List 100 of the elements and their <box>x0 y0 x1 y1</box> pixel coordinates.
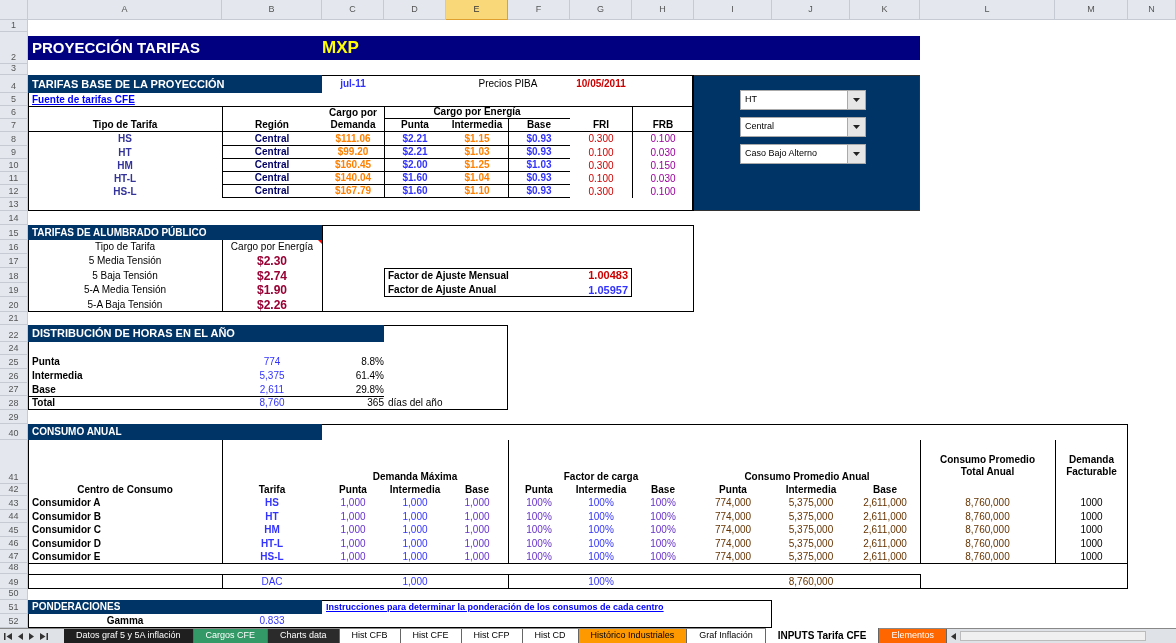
table-header: Base <box>650 484 676 496</box>
row-header[interactable]: 25 <box>0 355 28 369</box>
row-header[interactable]: 44 <box>0 510 28 523</box>
sheet-tab[interactable]: Histórico Industriales <box>578 629 688 643</box>
table-cell: Central <box>222 146 322 159</box>
column-header[interactable]: G <box>570 0 632 20</box>
row-header[interactable]: 29 <box>0 410 28 424</box>
first-sheet-arrow-icon[interactable] <box>4 632 12 640</box>
table-cell-text: 100% <box>525 510 553 523</box>
table-cell-text: DAC <box>260 574 284 589</box>
table-cell-text: 1,000 <box>401 510 429 523</box>
table-cell-text: 100% <box>525 537 553 550</box>
table-cell-text: $2.26 <box>256 297 288 312</box>
sheet-tab[interactable]: Hist CFB <box>339 629 401 643</box>
sheet-tab[interactable]: Cargos CFE <box>193 629 269 643</box>
dropdown[interactable]: Caso Bajo Alterno <box>740 144 866 164</box>
table-header: Punta <box>384 119 446 132</box>
horizontal-scrollbar[interactable] <box>959 631 1146 641</box>
row-header[interactable]: 42 <box>0 484 28 496</box>
table-cell-text: 100% <box>649 496 677 510</box>
row-header[interactable]: 9 <box>0 146 28 159</box>
row-header[interactable]: 11 <box>0 172 28 185</box>
row-header[interactable]: 47 <box>0 550 28 563</box>
last-sheet-arrow-icon[interactable] <box>40 632 48 640</box>
row-header[interactable]: 8 <box>0 132 28 146</box>
dropdown[interactable]: Central <box>740 117 866 137</box>
column-header[interactable]: L <box>920 0 1055 20</box>
row-header[interactable]: 43 <box>0 496 28 510</box>
column-header[interactable]: B <box>222 0 322 20</box>
sheet-tab[interactable]: Charts data <box>268 629 340 643</box>
row-header[interactable]: 51 <box>0 600 28 614</box>
table-cell-text: 8,760,000 <box>964 537 1011 550</box>
column-header[interactable]: D <box>384 0 446 20</box>
row-header[interactable]: 22 <box>0 325 28 342</box>
row-header[interactable]: 7 <box>0 119 28 132</box>
row-header[interactable]: 28 <box>0 396 28 410</box>
table-header: Cargo por Energía <box>230 242 314 252</box>
sheet-tab[interactable]: Hist CFE <box>400 629 462 643</box>
field-value: 1.00483 <box>588 270 628 281</box>
cell-text: 10/05/2011 <box>575 77 627 91</box>
row-header[interactable]: 3 <box>0 64 28 75</box>
row-header[interactable]: 50 <box>0 589 28 600</box>
dropdown-arrow-button[interactable] <box>847 91 865 109</box>
column-header[interactable]: H <box>632 0 694 20</box>
row-header[interactable]: 5 <box>0 93 28 106</box>
table-cell: $0.93 <box>508 132 570 146</box>
dropdown-arrow-button[interactable] <box>847 118 865 136</box>
row-header[interactable]: 14 <box>0 211 28 225</box>
column-header[interactable]: I <box>694 0 772 20</box>
column-header[interactable]: M <box>1055 0 1128 20</box>
row-header[interactable]: 27 <box>0 383 28 396</box>
row-header[interactable]: 41 <box>0 440 28 484</box>
row-header[interactable]: 21 <box>0 312 28 325</box>
dropdown-arrow-button[interactable] <box>847 145 865 163</box>
hyperlink[interactable]: Fuente de tarifas CFE <box>28 93 322 106</box>
sheet-tab[interactable]: INPUTS Tarifa CFE <box>765 628 880 643</box>
row-header[interactable]: 26 <box>0 369 28 383</box>
column-header[interactable]: J <box>772 0 850 20</box>
table-cell-text: 0.300 <box>587 159 615 172</box>
row-header[interactable]: 17 <box>0 254 28 268</box>
hyperlink[interactable]: Instrucciones para determinar la ponderación de los consumos de cada centro <box>322 600 772 614</box>
sheet-tab[interactable]: Graf Inflación <box>687 629 766 643</box>
row-header[interactable]: 13 <box>0 198 28 211</box>
row-header[interactable]: 18 <box>0 268 28 283</box>
row-header[interactable]: 16 <box>0 240 28 254</box>
row-header[interactable]: 45 <box>0 523 28 537</box>
row-header[interactable]: 12 <box>0 185 28 198</box>
row-header[interactable]: 19 <box>0 283 28 297</box>
row-header[interactable]: 40 <box>0 424 28 440</box>
column-header[interactable]: E <box>446 0 508 20</box>
row-header[interactable]: 10 <box>0 159 28 172</box>
column-header[interactable]: A <box>28 0 222 20</box>
previous-sheet-arrow-icon[interactable] <box>18 632 23 640</box>
next-sheet-arrow-icon[interactable] <box>29 632 34 640</box>
sheet-tab[interactable]: Hist CD <box>522 629 579 643</box>
table-cell-text: 0.300 <box>587 185 615 198</box>
row-header[interactable]: 46 <box>0 537 28 550</box>
row-header[interactable]: 20 <box>0 297 28 312</box>
column-header[interactable]: K <box>850 0 920 20</box>
table-cell: $2.21 <box>384 146 446 159</box>
row-header[interactable]: 1 <box>0 20 28 32</box>
sheet-tab[interactable]: Datos graf 5 y 5A inflación <box>64 629 194 643</box>
row-header[interactable]: 48 <box>0 563 28 574</box>
row-header[interactable]: 49 <box>0 574 28 589</box>
sheet-tab[interactable]: Hist CFP <box>461 629 523 643</box>
table-cell: $1.15 <box>446 132 508 146</box>
row-header[interactable]: 15 <box>0 225 28 240</box>
row-header[interactable]: 6 <box>0 106 28 119</box>
row-header[interactable]: 24 <box>0 342 28 355</box>
table-cell-text: 100% <box>587 510 615 523</box>
column-header[interactable]: C <box>322 0 384 20</box>
table-cell-text: 0.150 <box>649 159 677 172</box>
scroll-left-arrow-icon[interactable] <box>950 632 956 640</box>
column-header[interactable]: F <box>508 0 570 20</box>
dropdown[interactable]: HT <box>740 90 866 110</box>
row-header[interactable]: 4 <box>0 75 28 93</box>
row-header[interactable]: 52 <box>0 614 28 628</box>
table-cell: $1.03 <box>446 146 508 159</box>
column-header[interactable]: N <box>1128 0 1176 20</box>
row-header[interactable]: 2 <box>0 32 28 64</box>
